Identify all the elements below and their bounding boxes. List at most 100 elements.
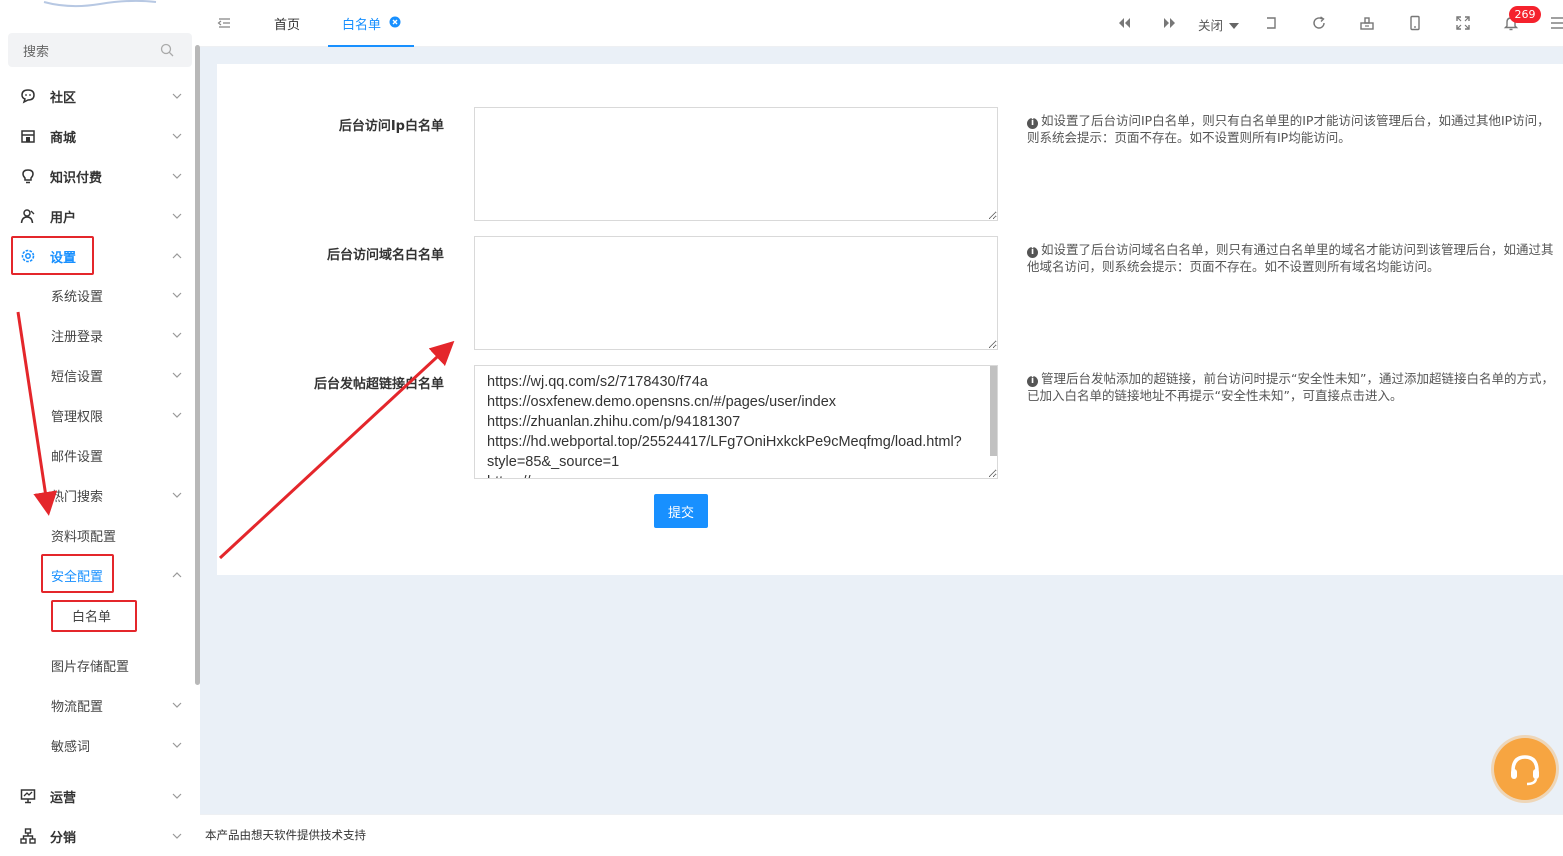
chevron-down-icon bbox=[172, 702, 182, 708]
submenu-image-storage[interactable]: 图片存储配置 bbox=[0, 645, 192, 685]
user-icon bbox=[20, 209, 35, 224]
chevron-up-icon bbox=[172, 253, 182, 259]
logo bbox=[43, 0, 157, 8]
submenu-sms-settings[interactable]: 短信设置 bbox=[0, 355, 192, 395]
submenu-label: 图片存储配置 bbox=[51, 660, 130, 675]
info-icon: i bbox=[1027, 376, 1038, 387]
info-icon: i bbox=[1027, 247, 1038, 258]
notification-badge: 269 bbox=[1509, 6, 1541, 23]
annotation-box-security bbox=[41, 554, 114, 593]
tab-whitelist[interactable]: 白名单 bbox=[328, 0, 414, 47]
scroll-left-icon[interactable] bbox=[1116, 15, 1132, 31]
headset-icon bbox=[1511, 755, 1539, 786]
chevron-down-icon bbox=[172, 833, 182, 839]
submenu-label: 注册登录 bbox=[51, 330, 104, 345]
sidebar-item-knowledge[interactable]: 知识付费 bbox=[0, 156, 192, 196]
chevron-up-icon bbox=[172, 572, 182, 578]
caret-down-icon bbox=[1229, 23, 1239, 29]
submenu-hot-search[interactable]: 热门搜索 bbox=[0, 475, 192, 515]
close-tabs-label: 关闭 bbox=[1198, 18, 1224, 33]
sidebar-item-mall[interactable]: 商城 bbox=[0, 116, 192, 156]
org-tree-icon bbox=[20, 828, 36, 844]
domain-whitelist-label: 后台访问域名白名单 bbox=[326, 248, 444, 263]
search-icon bbox=[160, 43, 174, 57]
presentation-chart-icon bbox=[20, 789, 36, 804]
tab-home[interactable]: 首页 bbox=[256, 0, 320, 47]
link-whitelist-hint: i 管理后台发帖添加的超链接，前台访问时提示“安全性未知”，通过添加超链接白名单的… bbox=[1027, 370, 1557, 404]
sidebar-item-distribution[interactable]: 分销 bbox=[0, 816, 192, 856]
chevron-down-icon bbox=[172, 133, 182, 139]
chevron-down-icon bbox=[172, 412, 182, 418]
info-icon: i bbox=[1027, 118, 1038, 129]
sidebar-item-label: 社区 bbox=[50, 91, 77, 106]
submenu-label: 物流配置 bbox=[51, 700, 104, 715]
chevron-down-icon bbox=[172, 492, 182, 498]
refresh-icon[interactable] bbox=[1311, 15, 1327, 31]
textarea-scrollbar[interactable] bbox=[990, 366, 997, 456]
scroll-right-icon[interactable] bbox=[1162, 15, 1178, 31]
submenu-label: 敏感词 bbox=[51, 740, 91, 755]
sidebar-item-label: 分销 bbox=[50, 831, 77, 846]
sidebar-item-label: 商城 bbox=[50, 131, 77, 146]
sidebar-item-users[interactable]: 用户 bbox=[0, 196, 192, 236]
tab-label: 白名单 bbox=[342, 18, 382, 33]
sidebar: 搜索 社区 商城 知识付费 用户 设置 系统设置 注册登录 短信设置 管理权限 … bbox=[0, 0, 200, 848]
mobile-preview-icon[interactable] bbox=[1407, 15, 1423, 31]
close-tabs-dropdown[interactable]: 关闭 bbox=[1198, 15, 1239, 34]
link-whitelist-textarea[interactable] bbox=[474, 365, 998, 479]
submenu-label: 邮件设置 bbox=[51, 450, 104, 465]
chevron-down-icon bbox=[172, 372, 182, 378]
sidebar-item-operations[interactable]: 运营 bbox=[0, 776, 192, 816]
domain-hint-text: 如设置了后台访问域名白名单，则只有通过白名单里的域名才能访问到该管理后台，如通过… bbox=[1027, 242, 1554, 274]
store-icon bbox=[21, 130, 35, 143]
chevron-down-icon bbox=[172, 332, 182, 338]
search-input[interactable]: 搜索 bbox=[8, 33, 192, 67]
submenu-label: 短信设置 bbox=[51, 370, 104, 385]
link-whitelist-label: 后台发帖超链接白名单 bbox=[313, 377, 444, 392]
annotation-box-settings bbox=[11, 236, 94, 275]
tab-label: 首页 bbox=[274, 18, 301, 33]
submenu-label: 管理权限 bbox=[51, 410, 104, 425]
submenu-profile-fields[interactable]: 资料项配置 bbox=[0, 515, 192, 555]
customer-service-button[interactable] bbox=[1494, 738, 1556, 800]
sidebar-item-label: 运营 bbox=[50, 791, 77, 806]
submenu-mail-settings[interactable]: 邮件设置 bbox=[0, 435, 192, 475]
submenu-sensitive-words[interactable]: 敏感词 bbox=[0, 725, 192, 765]
chevron-down-icon bbox=[172, 173, 182, 179]
return-icon[interactable] bbox=[1263, 15, 1279, 31]
more-menu-icon[interactable] bbox=[1550, 15, 1563, 31]
domain-whitelist-textarea[interactable] bbox=[474, 236, 998, 350]
top-bar: 首页 白名单 关闭 269 bbox=[200, 0, 1563, 47]
submenu-register-login[interactable]: 注册登录 bbox=[0, 315, 192, 355]
clear-cache-icon[interactable] bbox=[1359, 15, 1375, 31]
submenu-label: 热门搜索 bbox=[51, 490, 104, 505]
submenu-system-settings[interactable]: 系统设置 bbox=[0, 275, 192, 315]
submit-button[interactable]: 提交 bbox=[654, 494, 708, 528]
submenu-logistics[interactable]: 物流配置 bbox=[0, 685, 192, 725]
chevron-down-icon bbox=[172, 742, 182, 748]
sidebar-item-label: 知识付费 bbox=[50, 171, 103, 186]
ip-whitelist-textarea[interactable] bbox=[474, 107, 998, 221]
sidebar-item-community[interactable]: 社区 bbox=[0, 76, 192, 116]
ip-whitelist-hint: i 如设置了后台访问IP白名单，则只有白名单里的IP才能访问该管理后台，如通过其他… bbox=[1027, 112, 1557, 146]
footer: 本产品由想天软件提供技术支持 bbox=[200, 814, 1563, 848]
lightbulb-icon bbox=[22, 169, 34, 184]
search-placeholder: 搜索 bbox=[23, 45, 50, 60]
ip-whitelist-label: 后台访问Ip白名单 bbox=[338, 119, 444, 134]
ip-hint-text: 如设置了后台访问IP白名单，则只有白名单里的IP才能访问该管理后台，如通过其他I… bbox=[1027, 113, 1550, 145]
chevron-down-icon bbox=[172, 93, 182, 99]
domain-whitelist-hint: i 如设置了后台访问域名白名单，则只有通过白名单里的域名才能访问到该管理后台，如通… bbox=[1027, 241, 1557, 275]
link-hint-text: 管理后台发帖添加的超链接，前台访问时提示“安全性未知”，通过添加超链接白名单的方… bbox=[1027, 371, 1554, 403]
sidebar-item-label: 用户 bbox=[50, 211, 77, 226]
chevron-down-icon bbox=[172, 213, 182, 219]
chat-bubble-icon bbox=[21, 89, 35, 104]
footer-text: 本产品由想天软件提供技术支持 bbox=[205, 828, 366, 842]
submenu-label: 系统设置 bbox=[51, 290, 104, 305]
fullscreen-icon[interactable] bbox=[1455, 15, 1471, 31]
chevron-down-icon bbox=[172, 292, 182, 298]
tab-close-icon[interactable] bbox=[389, 16, 401, 28]
collapse-menu-icon[interactable] bbox=[216, 15, 232, 31]
submenu-label: 资料项配置 bbox=[51, 530, 117, 545]
annotation-box-whitelist bbox=[51, 600, 137, 632]
submenu-permissions[interactable]: 管理权限 bbox=[0, 395, 192, 435]
